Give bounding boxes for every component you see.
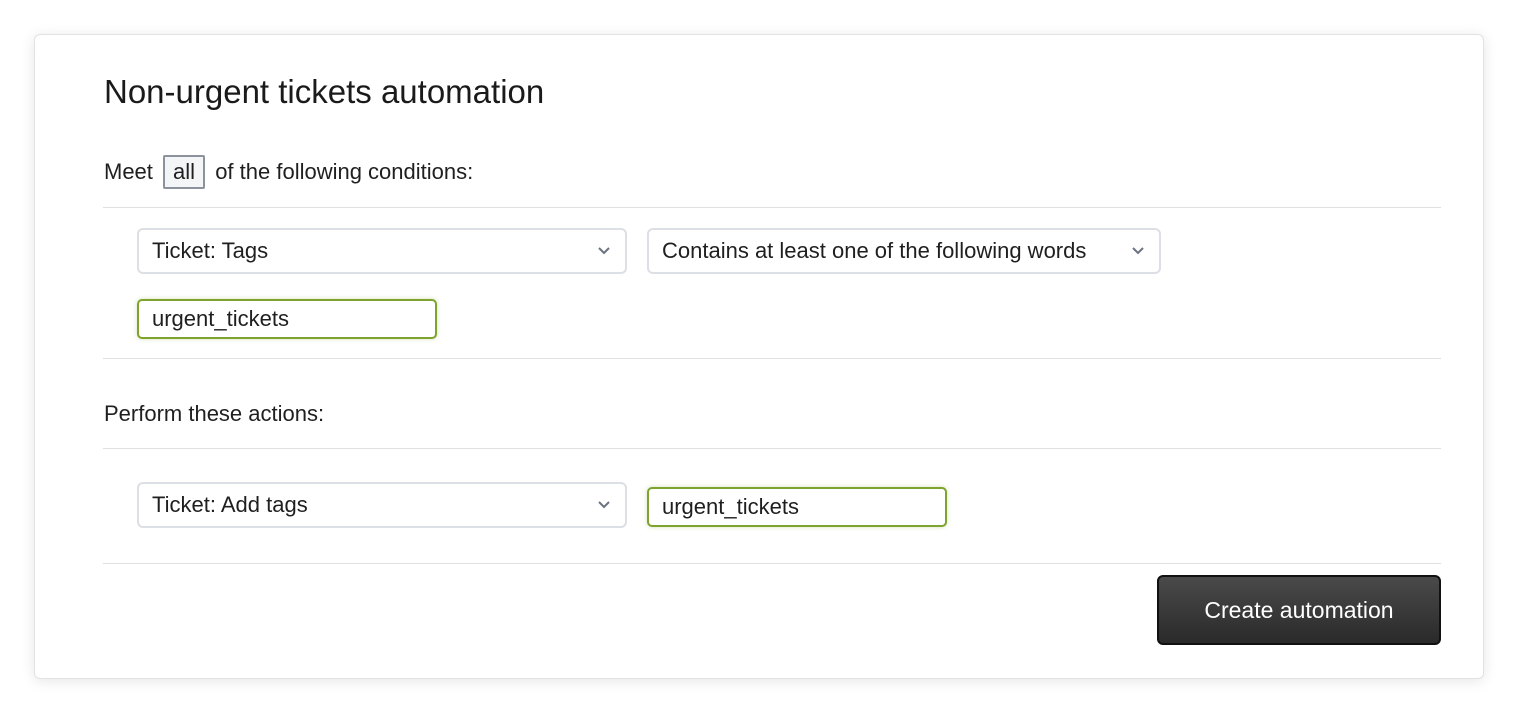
automation-card: Non-urgent tickets automation Meet all o… [34, 34, 1484, 679]
action-value: Ticket: Add tags [152, 492, 308, 517]
conditions-heading: Meet all of the following conditions: [104, 155, 473, 189]
condition-operator-value: Contains at least one of the following w… [662, 238, 1087, 263]
create-automation-button[interactable]: Create automation [1157, 575, 1441, 645]
action-select[interactable]: Ticket: Add tags [137, 482, 627, 528]
conditions-prefix: Meet [104, 159, 153, 184]
condition-value-input[interactable]: urgent_tickets [137, 299, 437, 339]
condition-field-select[interactable]: Ticket: Tags [137, 228, 627, 274]
action-value-input[interactable]: urgent_tickets [647, 487, 947, 527]
divider [103, 448, 1441, 449]
conditions-suffix: of the following conditions: [215, 159, 474, 184]
actions-heading: Perform these actions: [104, 401, 325, 426]
chevron-down-icon [598, 501, 610, 509]
match-mode-toggle[interactable]: all [163, 155, 206, 189]
divider [103, 563, 1441, 564]
page-title: Non-urgent tickets automation [104, 73, 545, 110]
divider [103, 358, 1441, 359]
condition-field-value: Ticket: Tags [152, 238, 269, 263]
chevron-down-icon [1132, 247, 1144, 255]
divider [103, 207, 1441, 208]
chevron-down-icon [598, 247, 610, 255]
condition-operator-select[interactable]: Contains at least one of the following w… [647, 228, 1161, 274]
